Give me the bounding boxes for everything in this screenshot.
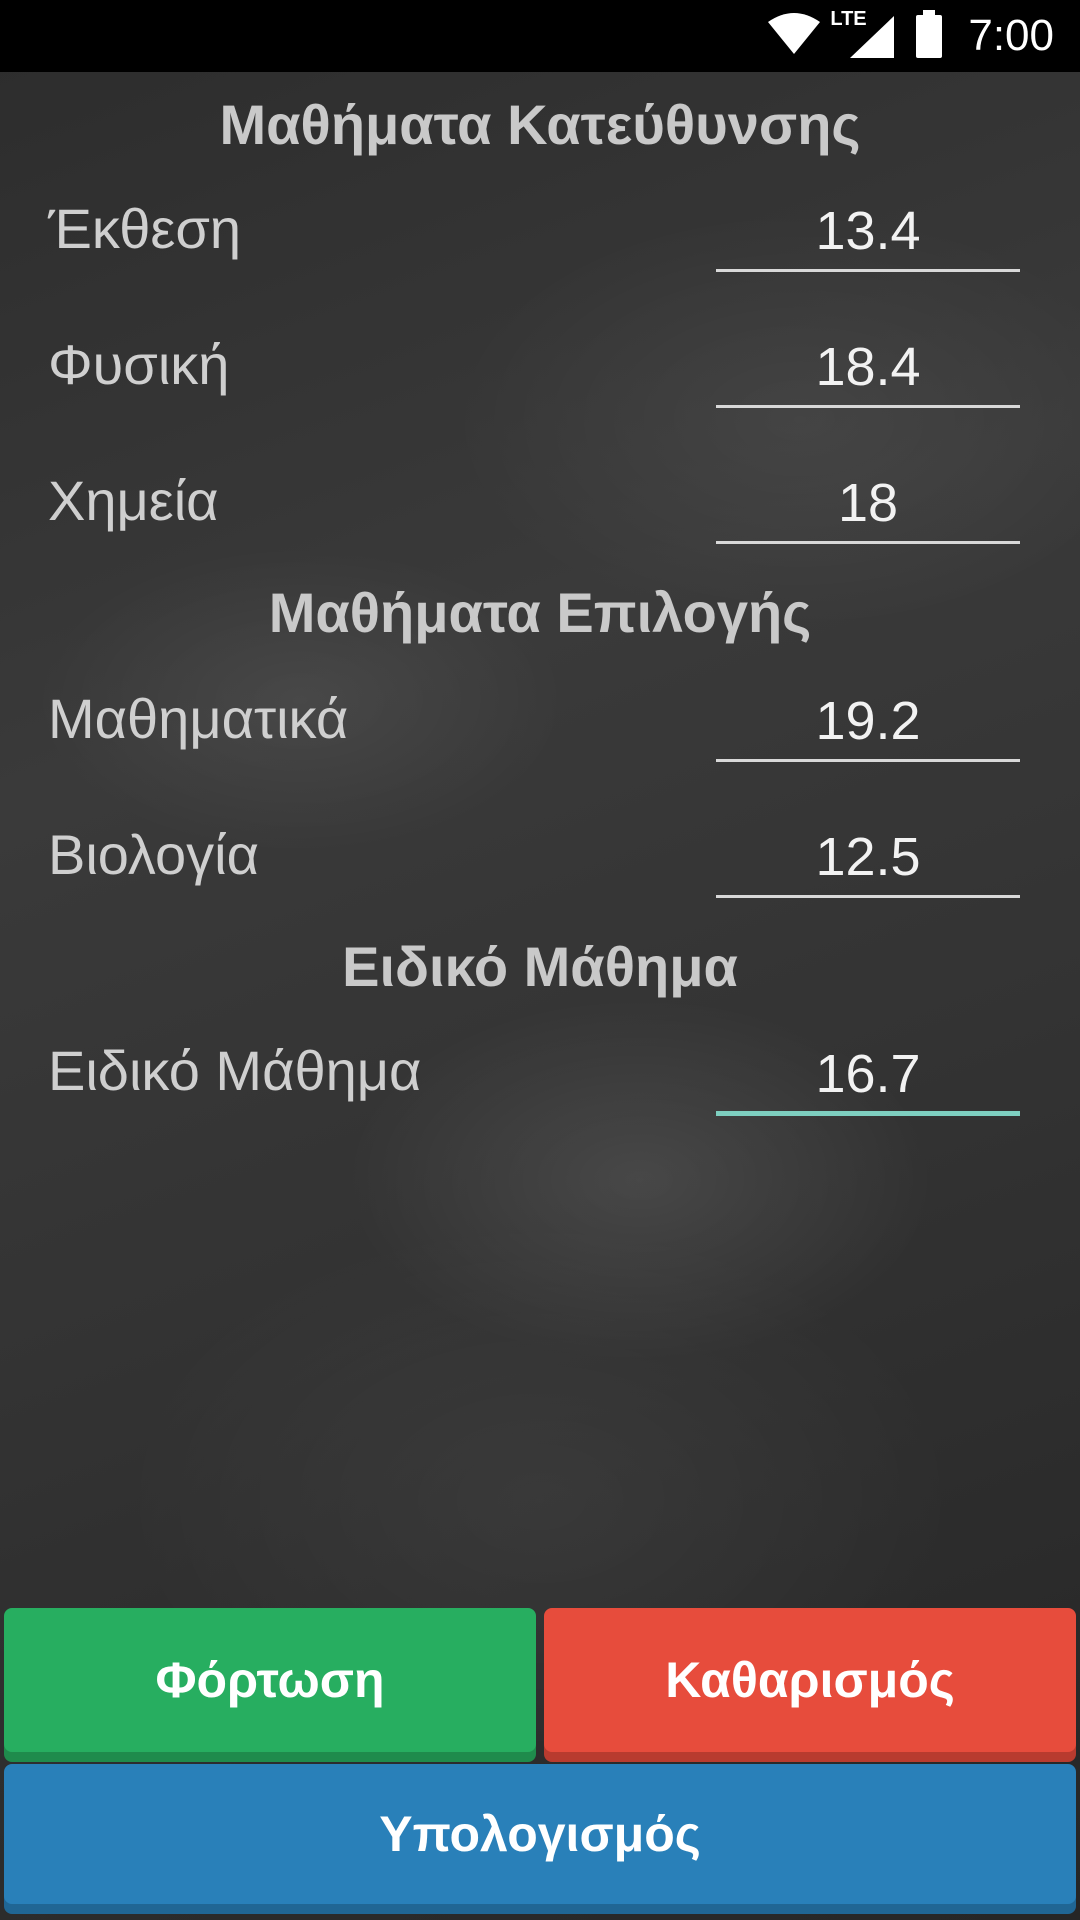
wifi-icon xyxy=(766,12,822,61)
special-grade-input[interactable]: 16.7 xyxy=(716,1036,1020,1116)
calculate-button[interactable]: Υπολογισμός xyxy=(4,1764,1076,1904)
status-bar: LTE 7:00 xyxy=(0,0,1080,72)
section-title-elective: Μαθήματα Επιλογής xyxy=(268,581,812,644)
subject-label-math: Μαθηματικά xyxy=(48,687,349,750)
status-time: 7:00 xyxy=(968,11,1054,60)
essay-grade-input[interactable]: 13.4 xyxy=(716,192,1020,272)
battery-icon xyxy=(914,9,944,63)
subject-label-essay: Έκθεση xyxy=(48,197,242,260)
network-label: LTE xyxy=(830,8,867,30)
physics-grade-input[interactable]: 18.4 xyxy=(716,328,1020,408)
biology-grade-input[interactable]: 12.5 xyxy=(716,818,1020,898)
section-title-direction: Μαθήματα Κατεύθυνσης xyxy=(219,93,861,156)
section-title-special: Ειδικό Μάθημα xyxy=(342,935,738,998)
subject-label-biology: Βιολογία xyxy=(48,823,259,886)
subject-label-chemistry: Χημεία xyxy=(48,469,219,532)
chemistry-grade-input[interactable]: 18 xyxy=(716,464,1020,544)
subject-label-physics: Φυσική xyxy=(48,333,230,396)
clear-button[interactable]: Καθαρισμός xyxy=(544,1608,1076,1752)
load-button[interactable]: Φόρτωση xyxy=(4,1608,536,1752)
math-grade-input[interactable]: 19.2 xyxy=(716,682,1020,762)
subject-label-special: Ειδικό Μάθημα xyxy=(48,1039,422,1102)
lte-signal-icon: LTE xyxy=(830,8,896,60)
